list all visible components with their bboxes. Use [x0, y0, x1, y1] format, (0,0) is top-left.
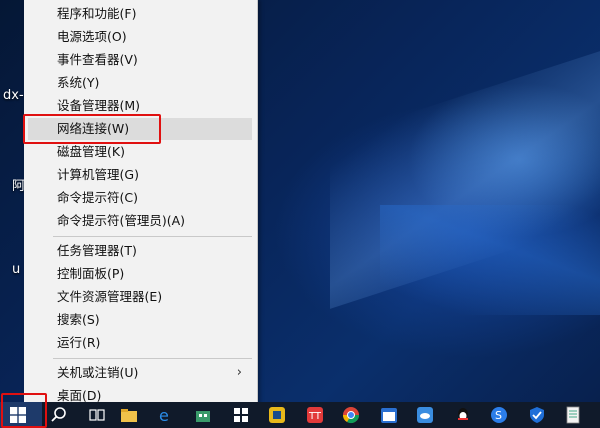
menu-item-shutdown-signout[interactable]: 关机或注销(U) ›	[28, 362, 252, 384]
menu-item-run[interactable]: 运行(R)	[28, 332, 252, 354]
menu-item-system[interactable]: 系统(Y)	[28, 72, 252, 94]
menu-item-control-panel[interactable]: 控制面板(P)	[28, 263, 252, 285]
annotation-highlight-box	[1, 393, 47, 428]
menu-item-command-prompt-admin[interactable]: 命令提示符(管理员)(A)	[28, 210, 252, 232]
menu-separator	[53, 358, 252, 359]
store-icon[interactable]	[194, 406, 212, 424]
qq-icon[interactable]	[454, 406, 472, 424]
search-icon[interactable]	[50, 406, 68, 424]
screenshot-icon[interactable]	[268, 406, 286, 424]
cloud-icon[interactable]	[416, 406, 434, 424]
menu-item-event-viewer[interactable]: 事件查看器(V)	[28, 49, 252, 71]
menu-item-programs-features[interactable]: 程序和功能(F)	[28, 3, 252, 25]
desktop-icon-label[interactable]: u	[12, 262, 20, 277]
menu-item-label: 关机或注销(U)	[57, 365, 139, 380]
task-view-icon[interactable]	[88, 406, 106, 424]
svg-text:e: e	[159, 406, 169, 424]
desktop-icon-label[interactable]: dx-	[3, 88, 24, 103]
windows-icon[interactable]	[232, 406, 250, 424]
notes-icon[interactable]	[564, 406, 582, 424]
music-icon[interactable]: TT	[306, 406, 324, 424]
wallpaper-beam	[380, 205, 600, 315]
menu-item-computer-management[interactable]: 计算机管理(G)	[28, 164, 252, 186]
menu-separator	[53, 236, 252, 237]
sogou-icon[interactable]: S	[490, 406, 508, 424]
chevron-right-icon: ›	[236, 365, 242, 380]
menu-item-search[interactable]: 搜索(S)	[28, 309, 252, 331]
menu-item-file-explorer[interactable]: 文件资源管理器(E)	[28, 286, 252, 308]
menu-item-command-prompt[interactable]: 命令提示符(C)	[28, 187, 252, 209]
svg-text:TT: TT	[308, 411, 322, 422]
winx-power-user-menu: 程序和功能(F) 电源选项(O) 事件查看器(V) 系统(Y) 设备管理器(M)…	[24, 0, 258, 410]
menu-item-disk-management[interactable]: 磁盘管理(K)	[28, 141, 252, 163]
file-explorer-icon[interactable]	[120, 406, 138, 424]
security-icon[interactable]	[528, 406, 546, 424]
calendar-icon[interactable]	[380, 406, 398, 424]
chrome-icon[interactable]	[342, 406, 360, 424]
svg-text:S: S	[495, 409, 502, 422]
annotation-highlight-box	[23, 114, 161, 144]
edge-icon[interactable]: e	[156, 406, 174, 424]
taskbar: e TT S	[0, 402, 600, 428]
menu-item-task-manager[interactable]: 任务管理器(T)	[28, 240, 252, 262]
menu-item-power-options[interactable]: 电源选项(O)	[28, 26, 252, 48]
